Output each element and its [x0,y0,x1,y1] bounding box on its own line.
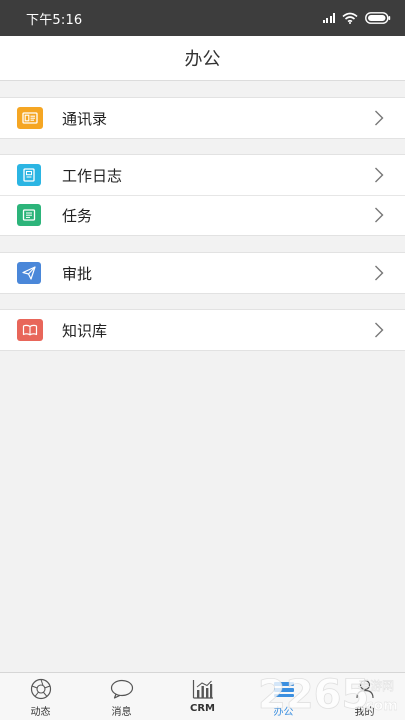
menu-item-work-log[interactable]: 工作日志 [0,155,405,195]
tab-label: 我的 [354,707,375,718]
menu-item-tasks[interactable]: 任务 [0,195,405,235]
chevron-right-icon [367,203,391,227]
office-icon [272,678,296,700]
menu-item-label: 知识库 [62,321,108,340]
menu-item-approval[interactable]: 审批 [0,253,405,293]
menu-item-label: 审批 [62,264,93,283]
chevron-right-icon [367,261,391,285]
paper-plane-icon [17,262,41,284]
aperture-icon [30,678,52,700]
tab-crm[interactable]: CRM [162,673,243,720]
menu-item-label: 通讯录 [62,109,108,128]
open-book-icon [17,319,43,341]
chevron-right-icon [367,106,391,130]
tab-profile[interactable]: 我的 [324,673,405,720]
tab-label: 动态 [30,707,51,718]
journal-icon [17,164,41,186]
menu-item-contacts[interactable]: 通讯录 [0,98,405,138]
menu-item-label: 任务 [62,206,93,225]
tab-label: 消息 [111,707,132,718]
user-icon [354,678,376,700]
menu-item-label: 工作日志 [62,166,123,185]
menu-item-knowledge-base[interactable]: 知识库 [0,310,405,350]
page-title: 办公 [184,49,221,70]
menu-group-contacts: 通讯录 [0,97,405,139]
tab-feed[interactable]: 动态 [0,673,81,720]
menu-group-work: 工作日志 任务 [0,154,405,236]
task-icon [17,204,41,226]
bottom-tab-bar: 动态 消息 CRM 办公 我的 [0,672,405,720]
chevron-right-icon [367,318,391,342]
chevron-right-icon [367,163,391,187]
status-time: 下午5:16 [26,12,83,28]
tab-messages[interactable]: 消息 [81,673,162,720]
menu-group-knowledge: 知识库 [0,309,405,351]
status-icons [322,12,392,24]
contact-card-icon [17,107,43,129]
chat-bubble-icon [110,678,134,700]
tab-label: 办公 [273,707,294,718]
signal-icon [322,13,335,23]
nav-bar: 办公 [0,36,405,81]
tab-label: CRM [190,703,215,714]
wifi-icon [342,12,358,24]
menu-group-approval: 审批 [0,252,405,294]
battery-icon [365,12,391,24]
status-bar: 下午5:16 [0,0,405,36]
bar-chart-icon [192,678,214,700]
tab-office[interactable]: 办公 [243,673,324,720]
